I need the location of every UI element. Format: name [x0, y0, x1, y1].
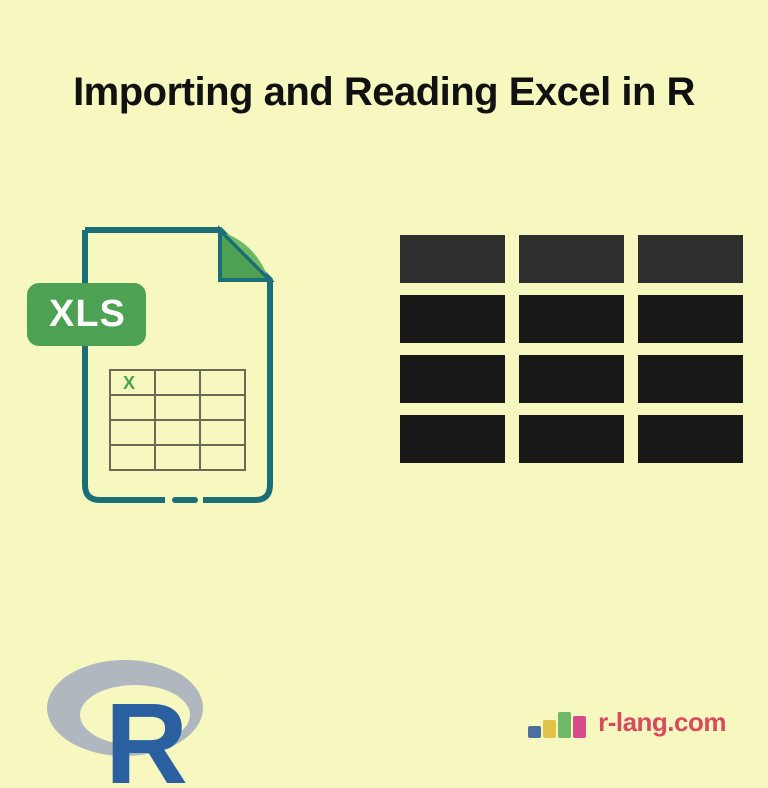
grid-header-cell: [400, 235, 505, 283]
xls-badge: XLS: [27, 283, 146, 346]
grid-cell: [638, 355, 743, 403]
grid-header-cell: [638, 235, 743, 283]
grid-cell: [519, 295, 624, 343]
brand-footer: r-lang.com: [528, 707, 726, 738]
page-title: Importing and Reading Excel in R: [0, 70, 768, 115]
brand-bars-icon: [528, 708, 588, 738]
grid-cell: [519, 355, 624, 403]
brand-text: r-lang.com: [598, 707, 726, 738]
grid-cell: [519, 415, 624, 463]
grid-cell: [638, 415, 743, 463]
data-grid: [400, 235, 743, 463]
r-logo-icon: R: [45, 653, 215, 783]
grid-header-cell: [519, 235, 624, 283]
grid-cell: [638, 295, 743, 343]
xls-cell-x: X: [123, 373, 135, 393]
grid-cell: [400, 415, 505, 463]
grid-cell: [400, 295, 505, 343]
grid-cell: [400, 355, 505, 403]
xls-file-icon: X XLS: [55, 225, 280, 505]
